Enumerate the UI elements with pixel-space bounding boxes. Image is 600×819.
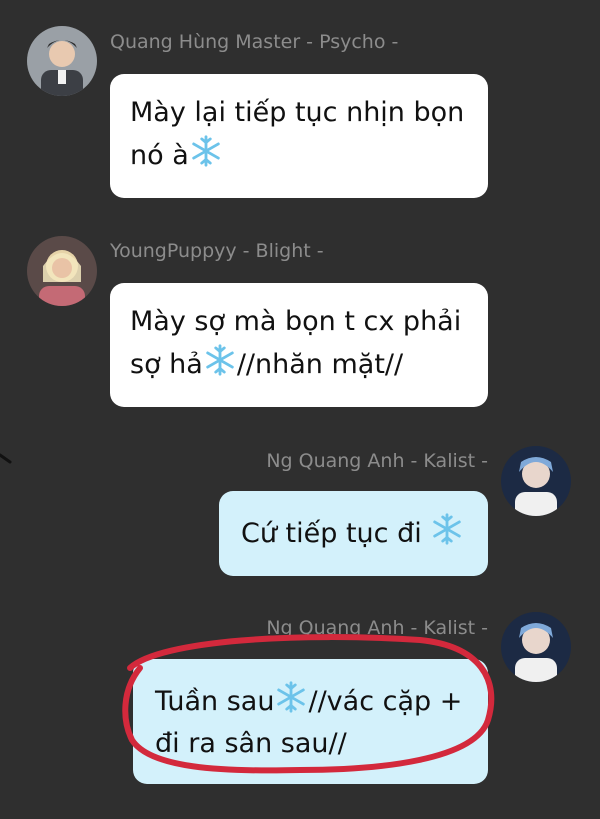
message-text-line: Mày sợ mà bọn t cx phải — [130, 306, 462, 337]
message-bubble[interactable]: Tuần sau//vác cặp + đi ra sân sau// — [133, 659, 488, 784]
sender-name: Quang Hùng Master - Psycho - — [110, 31, 399, 53]
snowflake-icon — [430, 512, 464, 546]
stray-pen-mark — [0, 453, 12, 464]
message-bubble[interactable]: Cứ tiếp tục đi — [219, 491, 488, 576]
sender-name: Ng Quang Anh - Kalist - — [266, 450, 488, 472]
message-text-line: Cứ tiếp tục đi — [241, 512, 466, 555]
avatar-ng-quang-anh[interactable] — [501, 446, 571, 516]
avatar-youngpuppyy[interactable] — [27, 236, 97, 306]
snowflake-icon — [203, 343, 237, 377]
sender-name: YoungPuppyy - Blight - — [110, 240, 324, 262]
snowflake-icon — [189, 134, 223, 168]
message-text-line: nó à — [130, 134, 468, 177]
sender-name: Ng Quang Anh - Kalist - — [266, 617, 488, 639]
message-text-line: Tuần sau//vác cặp + — [155, 680, 466, 723]
avatar-ng-quang-anh[interactable] — [501, 612, 571, 682]
message-text-line: Mày lại tiếp tục nhịn bọn — [130, 97, 465, 128]
snowflake-icon — [274, 680, 308, 714]
message-text-line: sợ hả//nhăn mặt// — [130, 343, 468, 386]
avatar-quang-hung[interactable] — [27, 26, 97, 96]
message-text-line: đi ra sân sau// — [155, 728, 347, 759]
message-bubble[interactable]: Mày lại tiếp tục nhịn bọn nó à — [110, 74, 488, 198]
message-bubble[interactable]: Mày sợ mà bọn t cx phải sợ hả//nhăn mặt/… — [110, 283, 488, 407]
